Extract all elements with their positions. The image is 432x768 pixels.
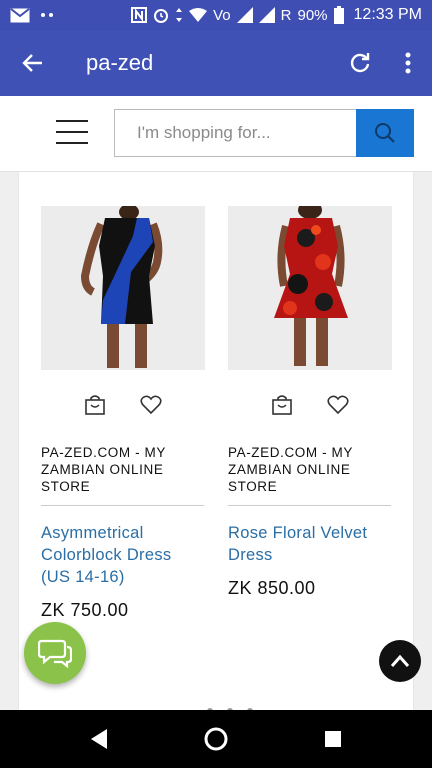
- store-name: PA-ZED.COM - MY ZAMBIAN ONLINE STORE: [228, 444, 391, 506]
- alarm-icon: [153, 6, 169, 24]
- status-bar: Vo R 90% 12:33 PM: [0, 0, 432, 30]
- hamburger-line: [56, 120, 88, 122]
- system-nav-bar: [0, 710, 432, 768]
- signal-icon: [236, 6, 253, 24]
- more-vert-icon: [405, 52, 411, 74]
- search-button[interactable]: [356, 109, 414, 157]
- heart-icon: [327, 395, 349, 415]
- battery-percent: 90%: [297, 6, 328, 24]
- dress-image: [228, 206, 392, 370]
- scroll-to-top-button[interactable]: [379, 640, 421, 682]
- clock: 12:33 PM: [353, 6, 422, 23]
- app-bar: pa-zed: [0, 30, 432, 96]
- wifi-icon: [189, 6, 208, 24]
- arrow-left-icon: [22, 54, 42, 72]
- battery-icon: [333, 6, 344, 24]
- product-actions: [41, 392, 205, 418]
- product-price: ZK 850.00: [228, 578, 316, 598]
- product-card[interactable]: PA-ZED.COM - MY ZAMBIAN ONLINE STORE Ros…: [228, 206, 392, 599]
- nav-home-button[interactable]: [192, 715, 240, 763]
- chat-bubble-icon: [38, 639, 72, 668]
- add-to-cart-button[interactable]: [269, 392, 295, 418]
- shopping-bag-icon: [272, 395, 292, 415]
- wishlist-button[interactable]: [325, 392, 351, 418]
- shopping-bag-icon: [85, 395, 105, 415]
- data-arrows-icon: [175, 6, 183, 24]
- roaming-indicator: R: [280, 6, 292, 24]
- product-image[interactable]: [228, 206, 392, 370]
- signal-icon: [258, 6, 275, 24]
- refresh-icon: [350, 53, 370, 73]
- product-actions: [228, 392, 392, 418]
- dress-image: [41, 206, 205, 370]
- hamburger-line: [56, 131, 88, 133]
- search-input[interactable]: [114, 109, 358, 157]
- heart-icon: [140, 395, 162, 415]
- circle-home-icon: [204, 727, 228, 751]
- add-to-cart-button[interactable]: [82, 392, 108, 418]
- volte-icon: Vo: [213, 6, 231, 24]
- nav-back-button[interactable]: [75, 715, 123, 763]
- nav-recents-button[interactable]: [309, 715, 357, 763]
- back-button[interactable]: [0, 30, 66, 96]
- product-image[interactable]: [41, 206, 205, 370]
- store-name: PA-ZED.COM - MY ZAMBIAN ONLINE STORE: [41, 444, 204, 506]
- menu-button[interactable]: [56, 120, 88, 144]
- wishlist-button[interactable]: [138, 392, 164, 418]
- product-price: ZK 750.00: [41, 600, 129, 620]
- dots-icon: [40, 6, 54, 24]
- triangle-back-icon: [90, 729, 107, 749]
- square-recents-icon: [325, 731, 342, 747]
- product-title-link[interactable]: Rose Floral Velvet Dress: [228, 522, 392, 566]
- refresh-button[interactable]: [336, 30, 384, 96]
- chevron-up-icon: [390, 654, 410, 667]
- mail-icon: [10, 6, 30, 24]
- more-options-button[interactable]: [384, 30, 432, 96]
- search-icon: [375, 123, 395, 143]
- nfc-icon: [131, 6, 148, 24]
- chat-button[interactable]: [24, 622, 86, 684]
- app-title: pa-zed: [86, 50, 154, 75]
- product-title-link[interactable]: Asymmetrical Colorblock Dress (US 14-16): [41, 522, 205, 588]
- search-header: [0, 96, 432, 172]
- product-card[interactable]: PA-ZED.COM - MY ZAMBIAN ONLINE STORE Asy…: [41, 206, 205, 621]
- hamburger-line: [56, 142, 88, 144]
